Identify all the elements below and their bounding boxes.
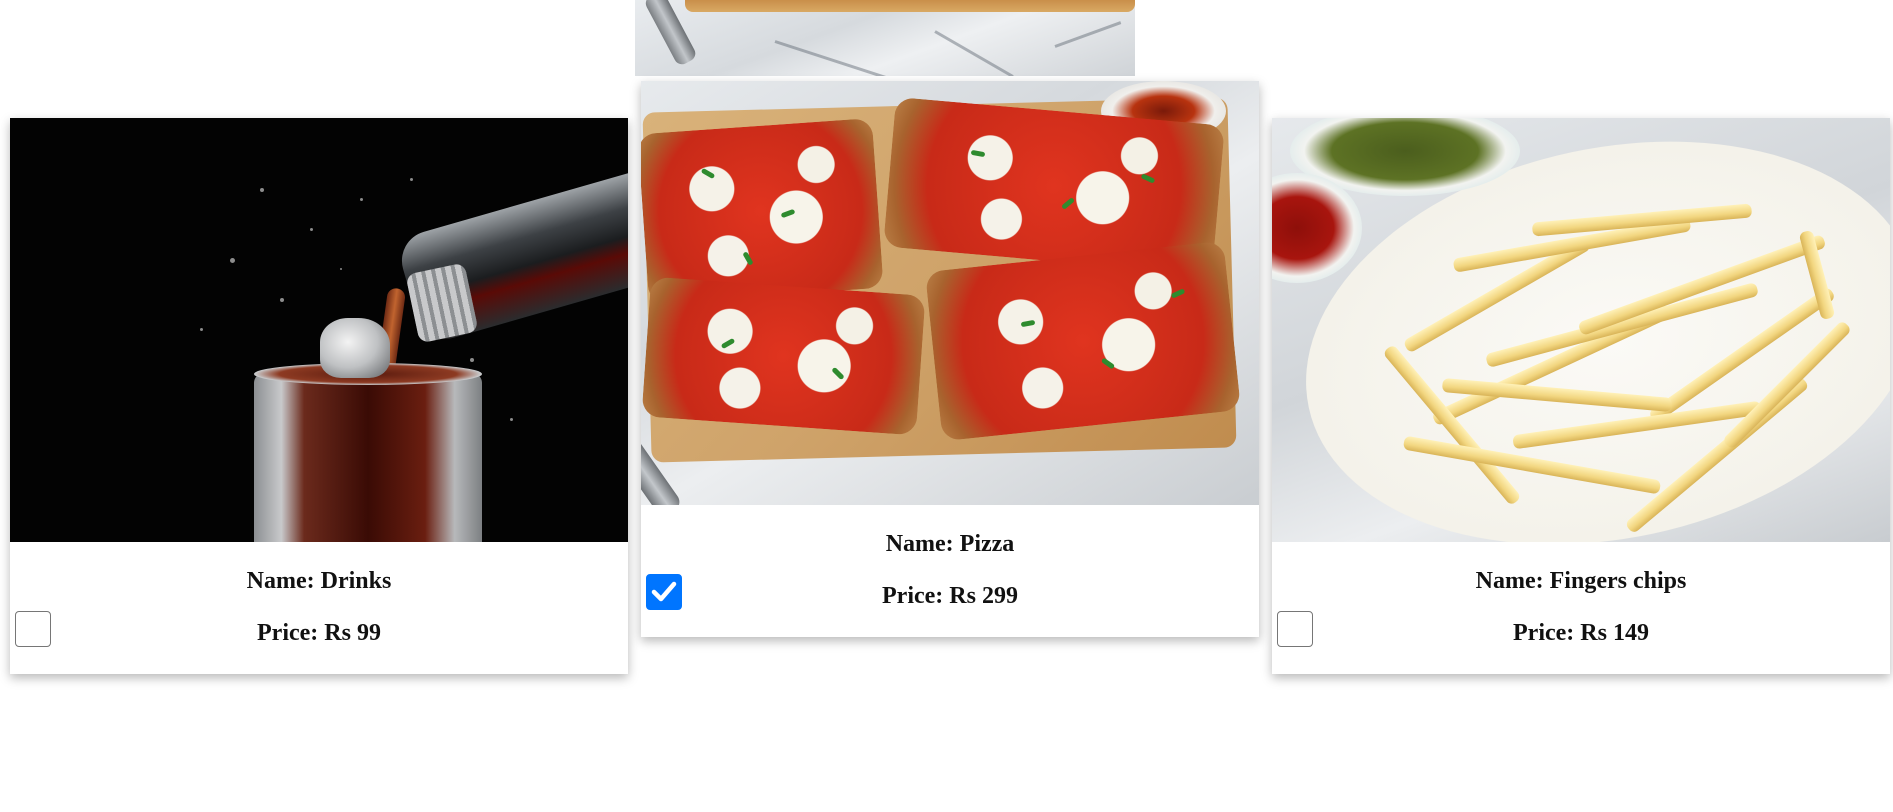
- fingers-chips-image: [1272, 118, 1890, 542]
- checkmark-icon: [651, 581, 677, 602]
- product-price: Price: Rs 149: [1513, 620, 1649, 646]
- select-drinks-checkbox[interactable]: [15, 611, 51, 647]
- pizza-image: [641, 81, 1259, 505]
- product-gallery: Name: Drinks Price: Rs 99 Name: Pizza Pr…: [0, 0, 1893, 812]
- product-info: Name: Pizza Price: Rs 299: [641, 505, 1259, 637]
- select-fingers-chips-checkbox[interactable]: [1277, 611, 1313, 647]
- drinks-image: [10, 118, 628, 542]
- product-name: Name: Pizza: [885, 531, 1015, 557]
- product-card-drinks: Name: Drinks Price: Rs 99: [10, 118, 628, 674]
- product-info: Name: Drinks Price: Rs 99: [10, 542, 628, 674]
- select-pizza-checkbox[interactable]: [646, 574, 682, 610]
- product-price: Price: Rs 299: [882, 583, 1018, 609]
- product-price: Price: Rs 99: [257, 620, 381, 646]
- product-info: Name: Fingers chips Price: Rs 149: [1272, 542, 1890, 674]
- product-name: Name: Fingers chips: [1475, 568, 1687, 594]
- background-pizza-image: [635, 0, 1135, 76]
- product-card-pizza: Name: Pizza Price: Rs 299: [641, 81, 1259, 637]
- product-card-fingers-chips: Name: Fingers chips Price: Rs 149: [1272, 118, 1890, 674]
- product-name: Name: Drinks: [246, 568, 392, 594]
